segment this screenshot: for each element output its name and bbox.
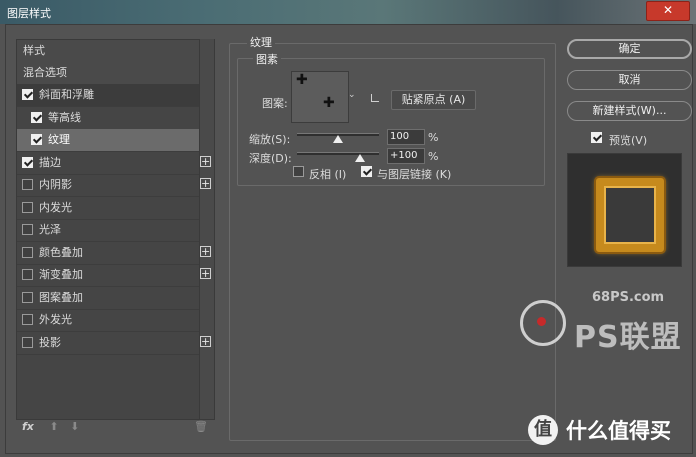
ps-league-logo-icon [520, 300, 566, 346]
depth-label: 深度(D): [249, 152, 292, 165]
scale-input[interactable]: 100 [387, 129, 425, 145]
style-item-checkbox[interactable] [22, 337, 33, 348]
style-item-label: 渐变叠加 [39, 268, 83, 281]
elements-subgroup-title: 图素 [253, 51, 281, 67]
style-item-checkbox[interactable] [22, 247, 33, 258]
snap-origin-icon[interactable] [371, 94, 379, 102]
arrow-up-icon[interactable]: ⬆ [49, 420, 58, 433]
add-effect-plus-icon[interactable]: + [200, 246, 211, 257]
style-item[interactable]: 光泽 [17, 219, 199, 242]
invert-checkbox[interactable] [293, 166, 304, 177]
style-item-label: 内发光 [39, 201, 72, 214]
scale-percent: % [428, 131, 439, 144]
fx-button[interactable]: fx [22, 420, 34, 433]
styles-header[interactable]: 样式 [17, 40, 199, 63]
arrow-down-icon[interactable]: ⬇ [70, 420, 79, 433]
depth-slider[interactable] [297, 152, 379, 155]
link-with-layer-checkbox[interactable] [361, 166, 372, 177]
style-item[interactable]: 内阴影 + [17, 174, 211, 197]
pattern-cross-icon-2: ✚ [323, 95, 335, 111]
style-item-checkbox[interactable] [31, 134, 42, 145]
styles-scrollbar[interactable] [199, 39, 214, 419]
smzdm-badge-icon: 值 [528, 415, 558, 445]
gold-frame-thumbnail [596, 178, 664, 252]
link-with-layer-label: 与图层链接 (K) [377, 168, 452, 181]
style-preview [567, 153, 682, 267]
style-item-checkbox[interactable] [31, 112, 42, 123]
pattern-swatch[interactable]: ✚ ✚ [291, 71, 349, 123]
depth-slider-thumb[interactable] [355, 154, 365, 162]
style-item-label: 斜面和浮雕 [39, 88, 94, 101]
close-button[interactable]: ✕ [646, 1, 690, 21]
style-item-label: 等高线 [48, 111, 81, 124]
style-item-checkbox[interactable] [22, 292, 33, 303]
close-icon: ✕ [662, 3, 674, 17]
style-item-checkbox[interactable] [22, 224, 33, 235]
style-item-label: 纹理 [48, 133, 70, 146]
style-item-checkbox[interactable] [22, 202, 33, 213]
style-item[interactable]: 渐变叠加 + [17, 264, 211, 287]
style-item-checkbox[interactable] [22, 89, 33, 100]
style-item[interactable]: 描边 + [17, 152, 211, 175]
style-item-checkbox[interactable] [22, 314, 33, 325]
pattern-dropdown-chevron-icon[interactable]: ⌄ [348, 90, 356, 100]
smzdm-text: 什么值得买 [566, 419, 671, 443]
style-item[interactable]: 等高线 [17, 107, 199, 130]
add-effect-plus-icon[interactable]: + [200, 268, 211, 279]
style-item-label: 描边 [39, 156, 61, 169]
style-item-checkbox[interactable] [22, 269, 33, 280]
style-item-label: 投影 [39, 336, 61, 349]
add-effect-plus-icon[interactable]: + [200, 156, 211, 167]
style-item[interactable]: 纹理 [17, 129, 199, 152]
window-title: 图层样式 [7, 7, 51, 20]
styles-footer: fx ⬆ ⬇ 🗑 [22, 420, 208, 433]
title-bar: 图层样式 ✕ [0, 0, 696, 24]
add-effect-plus-icon[interactable]: + [200, 178, 211, 189]
preview-label: 预览(V) [609, 134, 648, 147]
trash-icon[interactable]: 🗑 [194, 420, 208, 433]
style-item-label: 外发光 [39, 313, 72, 326]
watermark-brand: PS联盟 [574, 320, 682, 355]
style-item[interactable]: 斜面和浮雕 [17, 84, 199, 107]
preview-checkbox[interactable] [591, 132, 602, 143]
smzdm-watermark: 值 什么值得买 [528, 412, 696, 452]
snap-to-origin-button[interactable]: 贴紧原点 (A) [391, 90, 476, 110]
texture-group-title: 纹理 [247, 34, 275, 50]
add-effect-plus-icon[interactable]: + [200, 336, 211, 347]
style-item-label: 图案叠加 [39, 291, 83, 304]
styles-header-label: 样式 [23, 44, 45, 57]
scale-slider-thumb[interactable] [333, 135, 343, 143]
new-style-button[interactable]: 新建样式(W)... [567, 101, 692, 121]
style-item-label: 内阴影 [39, 178, 72, 191]
watermark-site: 68PS.com [592, 290, 665, 305]
style-item[interactable]: 外发光 [17, 309, 199, 332]
blend-options-label: 混合选项 [23, 66, 67, 79]
invert-label: 反相 (I) [309, 168, 347, 181]
ok-button[interactable]: 确定 [567, 39, 692, 59]
style-item-checkbox[interactable] [22, 179, 33, 190]
pattern-cross-icon: ✚ [296, 72, 308, 88]
style-item[interactable]: 图案叠加 [17, 287, 199, 310]
style-item[interactable]: 投影 + [17, 332, 211, 355]
style-item[interactable]: 颜色叠加 + [17, 242, 211, 265]
scale-label: 缩放(S): [249, 133, 291, 146]
style-item[interactable]: 内发光 [17, 197, 199, 220]
blend-options-item[interactable]: 混合选项 [17, 62, 199, 85]
depth-input[interactable]: +100 [387, 148, 425, 164]
style-item-checkbox[interactable] [22, 157, 33, 168]
style-item-label: 光泽 [39, 223, 61, 236]
style-item-label: 颜色叠加 [39, 246, 83, 259]
cancel-button[interactable]: 取消 [567, 70, 692, 90]
pattern-label: 图案: [262, 97, 288, 110]
depth-percent: % [428, 150, 439, 163]
